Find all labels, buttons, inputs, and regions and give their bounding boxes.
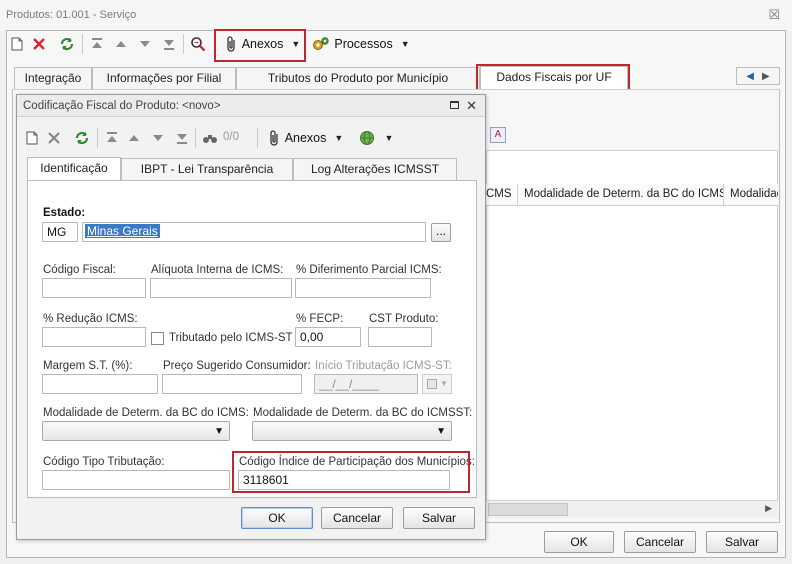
close-icon[interactable]: ✕ <box>466 98 477 114</box>
preco-sugerido-label: Preço Sugerido Consumidor: <box>163 360 311 372</box>
margem-st-input[interactable] <box>42 374 158 394</box>
preco-sugerido-input[interactable] <box>162 374 302 394</box>
delete-icon[interactable] <box>30 33 48 55</box>
modalidade-icms-label: Modalidade de Determ. da BC do ICMS: <box>43 407 249 419</box>
codigo-tipo-trib-label: Código Tipo Tributação: <box>43 456 165 468</box>
chevron-down-icon: ▼ <box>400 39 410 49</box>
grid-header-cell[interactable]: Modalidade de Determ. da BC do ICMS <box>518 184 724 206</box>
refresh-icon[interactable] <box>73 127 91 149</box>
codigo-tipo-trib-input[interactable] <box>42 470 230 490</box>
estado-name-input[interactable]: Minas Gerais <box>82 222 426 242</box>
attachments-label: Anexos <box>284 131 327 145</box>
chevron-down-icon: ▼ <box>384 133 394 143</box>
main-ok-button[interactable]: OK <box>544 531 614 553</box>
next-record-icon[interactable] <box>149 127 167 149</box>
fecp-input[interactable]: 0,00 <box>295 327 361 347</box>
dialog-ok-button[interactable]: OK <box>241 507 313 529</box>
previous-record-icon[interactable] <box>125 127 143 149</box>
chevron-down-icon: ▼ <box>436 426 446 437</box>
calendar-dropdown-button: ▼ <box>422 374 452 394</box>
fecp-label: % FECP: <box>296 313 344 325</box>
reducao-label: % Redução ICMS: <box>43 313 138 325</box>
modalidade-icmsst-select[interactable]: ▼ <box>252 421 452 441</box>
calendar-icon <box>427 379 437 389</box>
chevron-down-icon: ▼ <box>214 426 224 437</box>
previous-record-icon[interactable] <box>112 33 130 55</box>
main-save-button[interactable]: Salvar <box>706 531 778 553</box>
refresh-icon[interactable] <box>58 33 76 55</box>
estado-name-selection: Minas Gerais <box>85 224 160 238</box>
inicio-tributacao-label: Início Tributação ICMS-ST: <box>315 360 452 372</box>
first-record-icon[interactable] <box>103 127 121 149</box>
window-title: Produtos: 01.001 - Serviço <box>6 9 137 21</box>
arrow-right-icon[interactable]: ▶ <box>762 71 770 82</box>
grid-header-cell[interactable]: Modalidac <box>724 184 778 206</box>
main-cancel-button[interactable]: Cancelar <box>624 531 696 553</box>
report-icon[interactable]: A <box>490 127 506 143</box>
globe-menu-button[interactable]: ▼ <box>353 127 399 149</box>
record-counter: 0/0 <box>223 131 239 143</box>
tab-informacoes-por-filial[interactable]: Informações por Filial <box>92 67 236 89</box>
search-icon[interactable] <box>188 33 208 55</box>
fiscal-coding-dialog: Codificação Fiscal do Produto: <novo> ✕ … <box>16 94 486 540</box>
estado-code-input[interactable]: MG <box>42 222 78 242</box>
next-record-icon[interactable] <box>136 33 154 55</box>
horizontal-scrollbar[interactable]: ▶ <box>486 500 778 518</box>
dialog-title: Codificação Fiscal do Produto: <novo> <box>23 100 221 112</box>
maximize-icon[interactable] <box>450 101 459 109</box>
tab-tributos-por-municipio[interactable]: Tributos do Produto por Município <box>236 67 480 89</box>
arrow-left-icon[interactable]: ◀ <box>746 71 754 82</box>
reducao-input[interactable] <box>42 327 146 347</box>
estado-lookup-button[interactable]: ... <box>431 223 451 242</box>
window-titlebar: Produtos: 01.001 - Serviço ☒ <box>0 0 792 30</box>
paperclip-icon <box>270 130 278 146</box>
dialog-titlebar: Codificação Fiscal do Produto: <novo> ✕ <box>17 95 485 117</box>
tributado-st-checkbox[interactable] <box>151 332 164 345</box>
margem-st-label: Margem S.T. (%): <box>43 360 133 372</box>
codigo-indice-highlight <box>232 451 470 493</box>
new-icon[interactable] <box>23 127 41 149</box>
delete-icon[interactable] <box>45 127 63 149</box>
codigo-fiscal-input[interactable] <box>42 278 146 298</box>
first-record-icon[interactable] <box>88 33 106 55</box>
aliquota-interna-label: Alíquota Interna de ICMS: <box>151 264 284 276</box>
attachments-highlight <box>214 29 306 62</box>
inicio-tributacao-input: __/__/____ <box>314 374 418 394</box>
last-record-icon[interactable] <box>160 33 178 55</box>
close-icon[interactable]: ☒ <box>768 7 780 23</box>
modalidade-icms-select[interactable]: ▼ <box>42 421 230 441</box>
codigo-fiscal-label: Código Fiscal: <box>43 264 116 276</box>
scroll-right-icon[interactable]: ▶ <box>765 503 772 514</box>
cst-input[interactable] <box>368 327 432 347</box>
chevron-down-icon: ▼ <box>334 133 344 143</box>
dialog-cancel-button[interactable]: Cancelar <box>321 507 393 529</box>
globe-icon <box>359 131 374 145</box>
processes-label: Processos <box>334 37 393 51</box>
tab-ibpt[interactable]: IBPT - Lei Transparência <box>121 158 293 180</box>
tab-log-alteracoes[interactable]: Log Alterações ICMSST <box>293 158 457 180</box>
processes-menu-button[interactable]: Processos ▼ <box>308 33 414 55</box>
diferimento-input[interactable] <box>295 278 431 298</box>
tributado-st-label[interactable]: Tributado pelo ICMS-ST <box>169 332 293 344</box>
chevron-down-icon: ▼ <box>440 379 448 388</box>
new-icon[interactable] <box>8 33 26 55</box>
tab-identificacao[interactable]: Identificação <box>27 157 121 181</box>
diferimento-label: % Diferimento Parcial ICMS: <box>296 264 442 276</box>
tab-scroll-buttons[interactable]: ◀ ▶ <box>736 67 780 85</box>
binoculars-icon[interactable] <box>201 127 219 149</box>
last-record-icon[interactable] <box>173 127 191 149</box>
cst-label: CST Produto: <box>369 313 439 325</box>
grid-header-cell[interactable]: CMS <box>486 184 518 206</box>
aliquota-interna-input[interactable] <box>150 278 292 298</box>
gears-icon <box>313 37 330 50</box>
modalidade-icmsst-label: Modalidade de Determ. da BC do ICMSST: <box>253 407 473 419</box>
attachments-menu-button[interactable]: Anexos ▼ <box>263 127 349 149</box>
dialog-save-button[interactable]: Salvar <box>403 507 475 529</box>
estado-label: Estado: <box>43 207 86 219</box>
tab-integracao[interactable]: Integração <box>14 67 92 89</box>
